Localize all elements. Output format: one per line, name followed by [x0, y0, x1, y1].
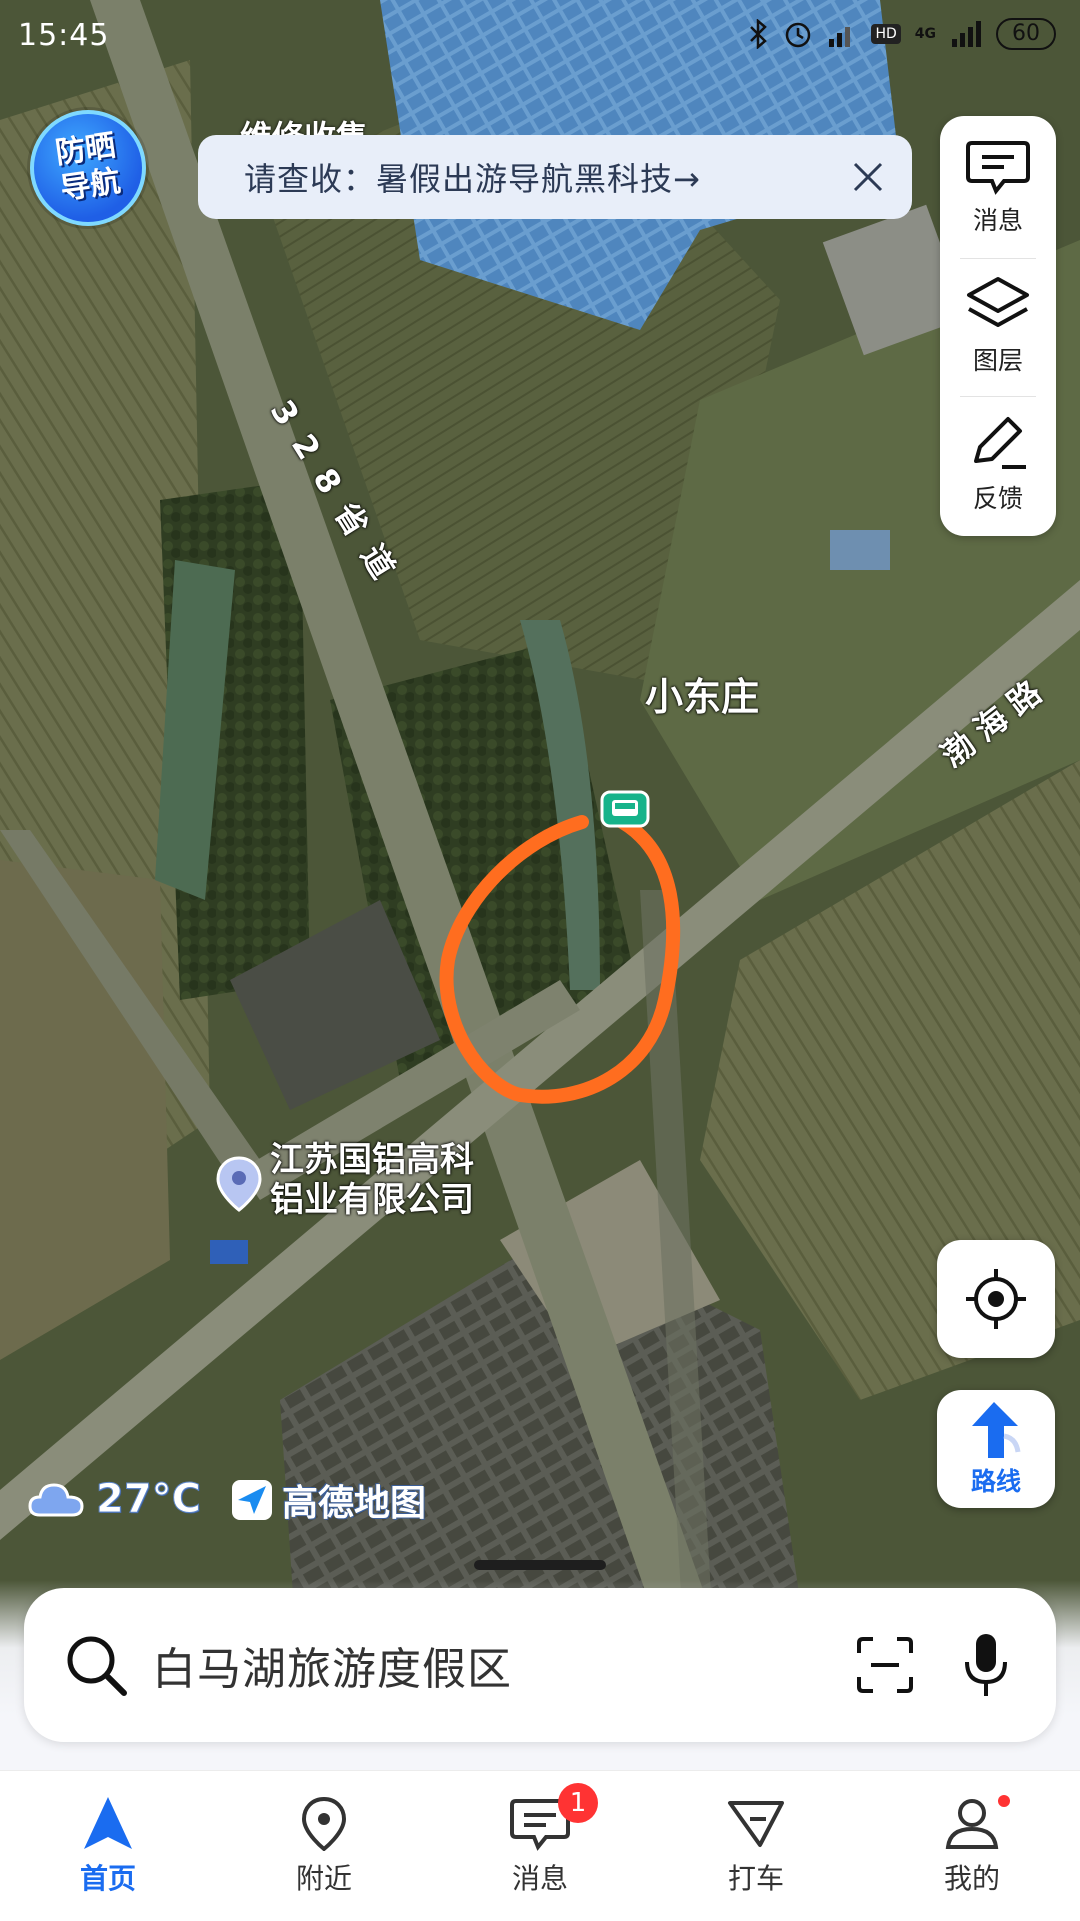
tab-messages[interactable]: 1 消息 — [432, 1771, 648, 1921]
poi-company-line2: 铝业有限公司 — [270, 1180, 474, 1220]
tab-home[interactable]: 首页 — [0, 1771, 216, 1921]
tool-label-feedback: 反馈 — [972, 484, 1023, 513]
route-button[interactable]: 路线 — [937, 1390, 1055, 1508]
tab-label-profile: 我的 — [943, 1862, 1000, 1895]
announcement-banner[interactable]: 请查收：暑假出游导航黑科技→ — [198, 135, 912, 219]
search-bar[interactable]: 白马湖旅游度假区 — [24, 1588, 1056, 1742]
cloud-icon — [28, 1483, 84, 1517]
messages-tool-button[interactable]: 消息 — [940, 120, 1056, 256]
voice-search-button[interactable] — [956, 1630, 1016, 1700]
network-type: 4G — [914, 26, 936, 42]
alarm-icon — [786, 22, 811, 48]
banner-text[interactable]: 请查收：暑假出游导航黑科技→ — [244, 154, 846, 200]
microphone-icon — [965, 1634, 1007, 1696]
signal-4g-icon — [952, 21, 981, 47]
bluetooth-icon — [750, 19, 768, 49]
home-navigation-icon — [84, 1797, 132, 1849]
tab-label-taxi: 打车 — [727, 1862, 784, 1895]
badge-text: 防晒导航 — [53, 128, 123, 207]
poi-company-line1: 江苏国铝高科 — [270, 1140, 474, 1180]
map-tool-panel: 消息 图层 反馈 — [940, 116, 1056, 536]
amap-logo-icon — [232, 1480, 272, 1520]
battery-indicator: 60 — [996, 18, 1056, 50]
tab-label-nearby: 附近 — [295, 1862, 352, 1895]
status-time: 15:45 — [18, 18, 110, 53]
route-arrow-icon — [972, 1402, 1021, 1458]
layers-tool-button[interactable]: 图层 — [940, 258, 1056, 394]
scan-icon — [857, 1637, 913, 1693]
status-icons: HD 4G 60 — [747, 18, 1056, 50]
locate-me-button[interactable] — [937, 1240, 1055, 1358]
status-bar: 15:45 HD 4G 60 — [0, 0, 1080, 72]
tab-profile[interactable]: 我的 — [864, 1771, 1080, 1921]
search-icon — [67, 1636, 127, 1696]
route-label: 路线 — [970, 1467, 1021, 1496]
notification-badge: 1 — [558, 1783, 598, 1823]
search-input[interactable]: 白马湖旅游度假区 — [152, 1633, 850, 1697]
hd-icon: HD — [871, 24, 901, 44]
user-profile-icon — [945, 1799, 999, 1849]
tab-taxi[interactable]: 打车 — [648, 1771, 864, 1921]
crosshair-locate-icon — [966, 1269, 1026, 1329]
taxi-icon — [728, 1801, 784, 1847]
sunscreen-navigation-badge[interactable]: 防晒导航 — [30, 110, 146, 226]
tab-label-messages: 消息 — [511, 1862, 568, 1895]
sheet-drag-handle[interactable] — [474, 1560, 606, 1570]
banner-close-button[interactable] — [846, 155, 890, 199]
tab-label-home: 首页 — [79, 1862, 136, 1895]
unread-dot — [998, 1795, 1010, 1807]
tab-nearby[interactable]: 附近 — [216, 1771, 432, 1921]
tool-label-layers: 图层 — [972, 346, 1023, 375]
location-pin-icon — [301, 1796, 347, 1851]
brand-name: 高德地图 — [282, 1483, 427, 1524]
close-icon — [853, 162, 883, 192]
weather-widget[interactable]: 27°C — [28, 1476, 202, 1523]
weather-temperature: 27°C — [95, 1476, 202, 1523]
poi-label-company[interactable]: 江苏国铝高科 铝业有限公司 — [270, 1140, 474, 1220]
signal-icon — [829, 27, 851, 47]
feedback-pencil-icon — [974, 417, 1026, 469]
tool-label-messages: 消息 — [972, 206, 1023, 235]
message-icon — [966, 141, 1030, 195]
feedback-tool-button[interactable]: 反馈 — [940, 396, 1056, 532]
scan-button[interactable] — [850, 1630, 920, 1700]
place-label-xiaodongzhuang[interactable]: 小东庄 — [645, 666, 759, 721]
gas-station-marker-icon[interactable] — [600, 790, 652, 830]
poi-pin-icon[interactable] — [216, 1156, 262, 1212]
amap-brand-logo: 高德地图 — [230, 1474, 426, 1526]
bottom-tab-bar: 首页 附近 1 消息 打车 我的 — [0, 1770, 1080, 1921]
layers-icon — [967, 277, 1029, 327]
